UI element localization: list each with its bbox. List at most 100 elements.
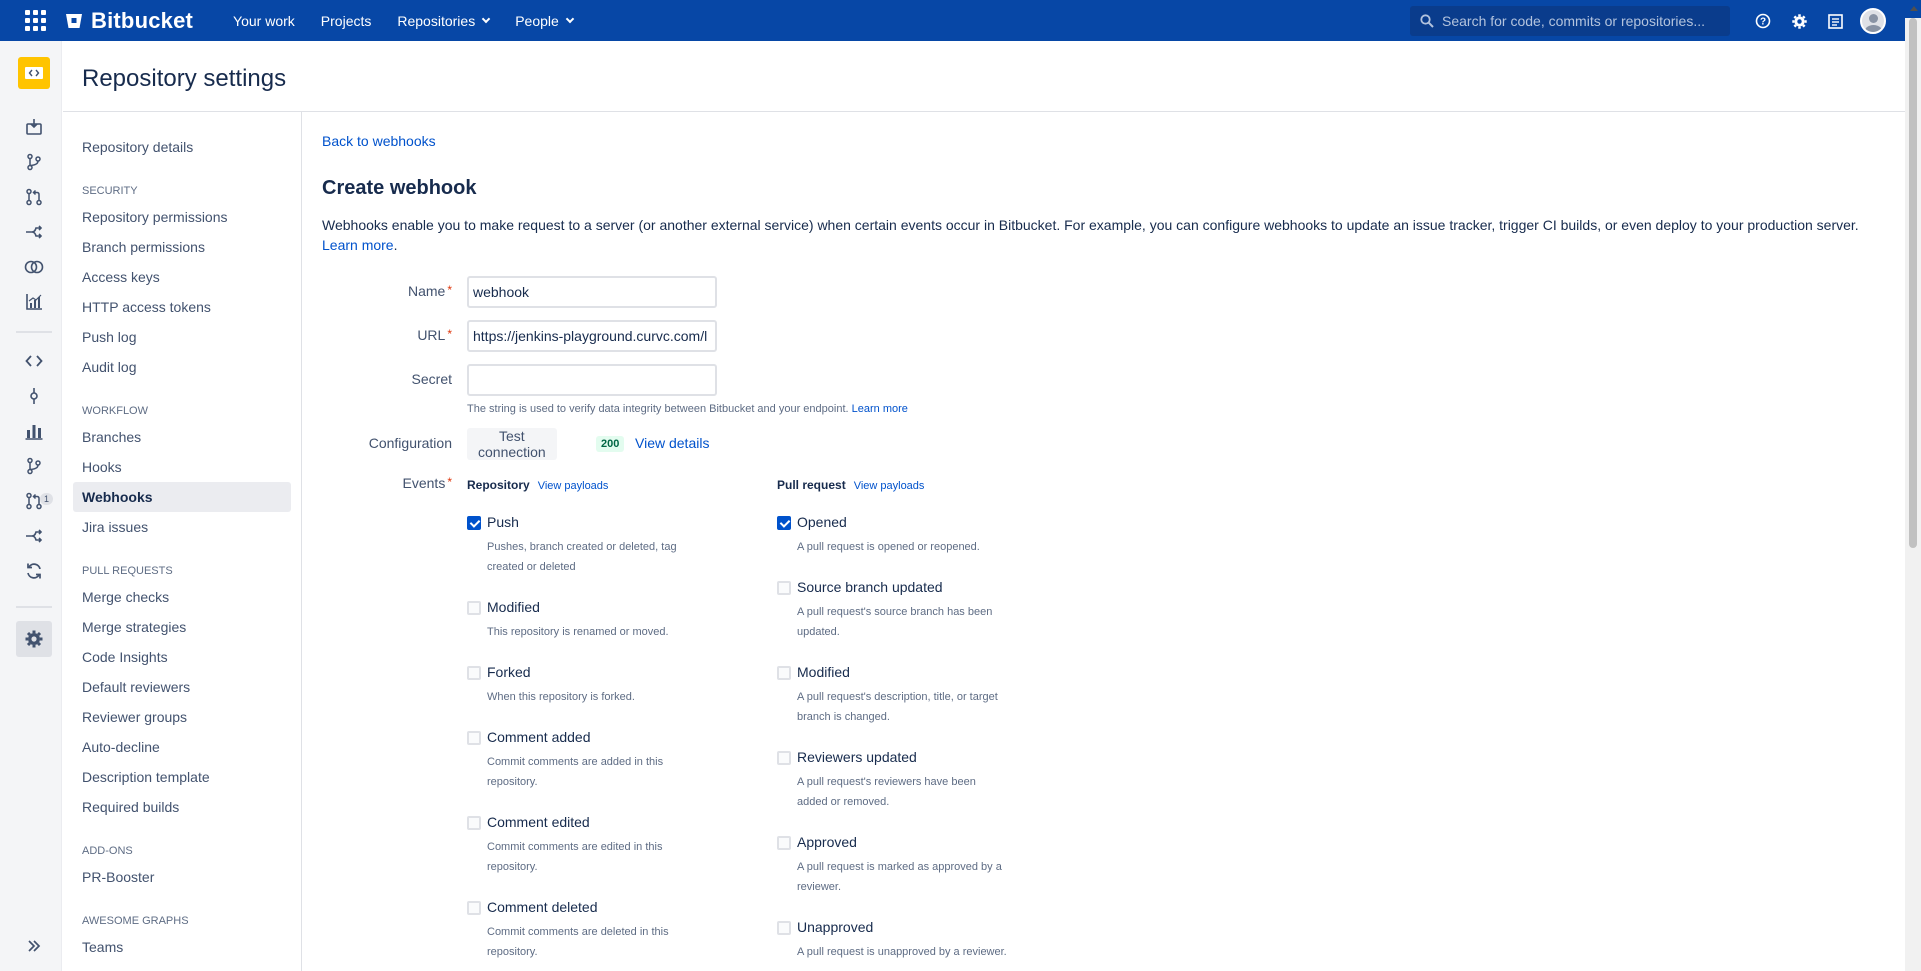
scrollbar-thumb[interactable] xyxy=(1909,18,1917,548)
event-push-label[interactable]: Push xyxy=(487,514,519,530)
event-pr-reviewers-updated-label[interactable]: Reviewers updated xyxy=(797,749,917,765)
secret-field[interactable] xyxy=(467,364,717,396)
event-pr-opened-description: A pull request is opened or reopened. xyxy=(797,541,980,553)
create-branch-icon[interactable] xyxy=(20,148,48,176)
event-forked-description: When this repository is forked. xyxy=(487,691,635,703)
event-pr-unapproved-label[interactable]: Unapproved xyxy=(797,919,873,935)
event-pr-opened-checkbox[interactable] xyxy=(777,516,791,530)
settings-item-merge-checks[interactable]: Merge checks xyxy=(73,582,291,612)
settings-item-webhooks[interactable]: Webhooks xyxy=(73,482,291,512)
repository-view-payloads-link[interactable]: View payloads xyxy=(538,480,609,492)
event-pr-opened-label[interactable]: Opened xyxy=(797,514,847,530)
create-pull-request-icon[interactable] xyxy=(20,183,48,211)
event-pr-unapproved-description: A pull request is unapproved by a review… xyxy=(797,946,1007,958)
learn-more-link[interactable]: Learn more xyxy=(322,237,394,253)
event-pr-modified-description: A pull request's description, title, or … xyxy=(797,691,998,723)
fork-icon[interactable] xyxy=(20,218,48,246)
reports-icon[interactable] xyxy=(20,417,48,445)
event-pr-reviewers-updated-description: A pull request's reviewers have been add… xyxy=(797,776,976,808)
settings-item-required-builds[interactable]: Required builds xyxy=(73,792,291,822)
expand-sidebar-icon[interactable] xyxy=(20,932,48,960)
settings-item-auto-decline[interactable]: Auto-decline xyxy=(73,732,291,762)
event-repo-modified-checkbox[interactable] xyxy=(467,601,481,615)
settings-item-branches[interactable]: Branches xyxy=(73,422,291,452)
nav-people[interactable]: People xyxy=(515,13,575,29)
settings-item-repository-details[interactable]: Repository details xyxy=(73,132,291,162)
secret-learn-more-link[interactable]: Learn more xyxy=(852,403,908,415)
search-input[interactable] xyxy=(1442,13,1722,29)
url-field[interactable] xyxy=(467,320,717,352)
event-comment-edited-checkbox[interactable] xyxy=(467,816,481,830)
required-marker: * xyxy=(447,475,452,489)
search-box[interactable] xyxy=(1410,6,1730,36)
brand-name: Bitbucket xyxy=(91,7,194,33)
pull-request-view-payloads-link[interactable]: View payloads xyxy=(854,480,925,492)
help-icon[interactable]: ? xyxy=(1752,10,1774,32)
nav-repositories[interactable]: Repositories xyxy=(397,13,491,29)
insights-icon[interactable] xyxy=(20,288,48,316)
branches-icon[interactable] xyxy=(20,452,48,480)
event-pr-modified-label[interactable]: Modified xyxy=(797,664,850,680)
rail-divider xyxy=(16,606,52,608)
clone-icon[interactable] xyxy=(20,113,48,141)
compare-icon[interactable] xyxy=(20,253,48,281)
secret-hint: The string is used to verify data integr… xyxy=(467,403,908,415)
settings-item-default-reviewers[interactable]: Default reviewers xyxy=(73,672,291,702)
settings-item-code-insights[interactable]: Code Insights xyxy=(73,642,291,672)
settings-item-repository-permissions[interactable]: Repository permissions xyxy=(73,202,291,232)
settings-item-pr-booster[interactable]: PR-Booster xyxy=(73,862,291,892)
form-description: Webhooks enable you to make request to a… xyxy=(322,217,1859,253)
settings-item-access-keys[interactable]: Access keys xyxy=(73,262,291,292)
settings-item-teams[interactable]: Teams xyxy=(73,932,291,962)
builds-icon[interactable] xyxy=(20,557,48,585)
event-pr-unapproved-checkbox[interactable] xyxy=(777,921,791,935)
test-connection-button[interactable]: Test connection xyxy=(467,428,557,460)
view-details-link[interactable]: View details xyxy=(635,435,709,451)
settings-item-audit-log[interactable]: Audit log xyxy=(73,352,291,382)
section-title-workflow: WORKFLOW xyxy=(82,405,148,417)
nav-your-work[interactable]: Your work xyxy=(233,13,295,29)
event-pr-approved-label[interactable]: Approved xyxy=(797,834,857,850)
event-comment-edited-label[interactable]: Comment edited xyxy=(487,814,590,830)
event-comment-added-description: Commit comments are added in this reposi… xyxy=(487,756,664,788)
back-to-webhooks-link[interactable]: Back to webhooks xyxy=(322,133,436,149)
url-label: URL * xyxy=(322,327,452,343)
repository-settings-icon[interactable] xyxy=(20,625,48,653)
event-comment-deleted-checkbox[interactable] xyxy=(467,901,481,915)
event-pr-modified-checkbox[interactable] xyxy=(777,666,791,680)
settings-icon[interactable] xyxy=(1788,10,1810,32)
event-forked-checkbox[interactable] xyxy=(467,666,481,680)
app-switcher-icon[interactable] xyxy=(25,9,47,32)
source-icon[interactable] xyxy=(20,347,48,375)
settings-item-reviewer-groups[interactable]: Reviewer groups xyxy=(73,702,291,732)
name-field[interactable] xyxy=(467,276,717,308)
settings-item-description-template[interactable]: Description template xyxy=(73,762,291,792)
user-avatar[interactable] xyxy=(1860,8,1886,34)
event-comment-deleted-label[interactable]: Comment deleted xyxy=(487,899,598,915)
forks-icon[interactable] xyxy=(20,522,48,550)
page-scrollbar[interactable] xyxy=(1905,18,1921,971)
event-pr-approved-checkbox[interactable] xyxy=(777,836,791,850)
inbox-icon[interactable] xyxy=(1824,10,1846,32)
settings-item-http-access-tokens[interactable]: HTTP access tokens xyxy=(73,292,291,322)
settings-item-merge-strategies[interactable]: Merge strategies xyxy=(73,612,291,642)
settings-item-branch-permissions[interactable]: Branch permissions xyxy=(73,232,291,262)
settings-item-push-log[interactable]: Push log xyxy=(73,322,291,352)
event-pr-approved-description: A pull request is marked as approved by … xyxy=(797,861,1002,893)
event-comment-added-label[interactable]: Comment added xyxy=(487,729,591,745)
event-pr-reviewers-updated-checkbox[interactable] xyxy=(777,751,791,765)
settings-item-hooks[interactable]: Hooks xyxy=(73,452,291,482)
event-repo-modified-label[interactable]: Modified xyxy=(487,599,540,615)
repository-avatar-icon[interactable] xyxy=(18,57,50,89)
event-pr-source-branch-updated-checkbox[interactable] xyxy=(777,581,791,595)
event-push-checkbox[interactable] xyxy=(467,516,481,530)
commits-icon[interactable] xyxy=(20,382,48,410)
settings-item-jira-issues[interactable]: Jira issues xyxy=(73,512,291,542)
event-pr-source-branch-updated-label[interactable]: Source branch updated xyxy=(797,579,943,595)
column-title: Repository xyxy=(467,478,530,492)
bitbucket-logo[interactable]: Bitbucket xyxy=(65,8,193,34)
event-forked-label[interactable]: Forked xyxy=(487,664,531,680)
nav-projects[interactable]: Projects xyxy=(321,13,372,29)
scroll-up-arrow-icon[interactable] xyxy=(1910,6,1918,11)
event-comment-added-checkbox[interactable] xyxy=(467,731,481,745)
